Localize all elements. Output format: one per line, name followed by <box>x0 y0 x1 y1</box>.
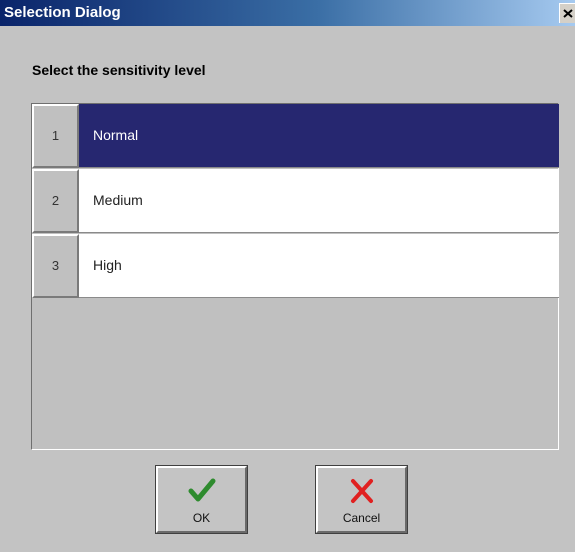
checkmark-icon <box>187 476 217 506</box>
selection-dialog: Selection Dialog Select the sensitivity … <box>0 0 575 552</box>
close-button[interactable] <box>559 3 575 23</box>
ok-button-label: OK <box>192 511 211 525</box>
option-list: 1 Normal 2 Medium 3 High <box>31 103 559 450</box>
option-number[interactable]: 3 <box>32 234 79 298</box>
cancel-button[interactable]: Cancel <box>315 465 408 534</box>
option-row-normal[interactable]: 1 Normal <box>32 104 559 169</box>
option-label[interactable]: Medium <box>79 169 559 233</box>
option-number[interactable]: 2 <box>32 169 79 233</box>
title-bar[interactable]: Selection Dialog <box>0 0 575 26</box>
option-row-medium[interactable]: 2 Medium <box>32 169 559 234</box>
window-title: Selection Dialog <box>4 4 121 21</box>
option-row-high[interactable]: 3 High <box>32 234 559 299</box>
ok-button[interactable]: OK <box>155 465 248 534</box>
cancel-button-label: Cancel <box>342 511 381 525</box>
option-label[interactable]: Normal <box>79 104 559 168</box>
prompt-label: Select the sensitivity level <box>32 62 206 78</box>
x-mark-icon <box>347 476 377 506</box>
option-number[interactable]: 1 <box>32 104 79 168</box>
option-label[interactable]: High <box>79 234 559 298</box>
close-icon <box>563 9 573 18</box>
